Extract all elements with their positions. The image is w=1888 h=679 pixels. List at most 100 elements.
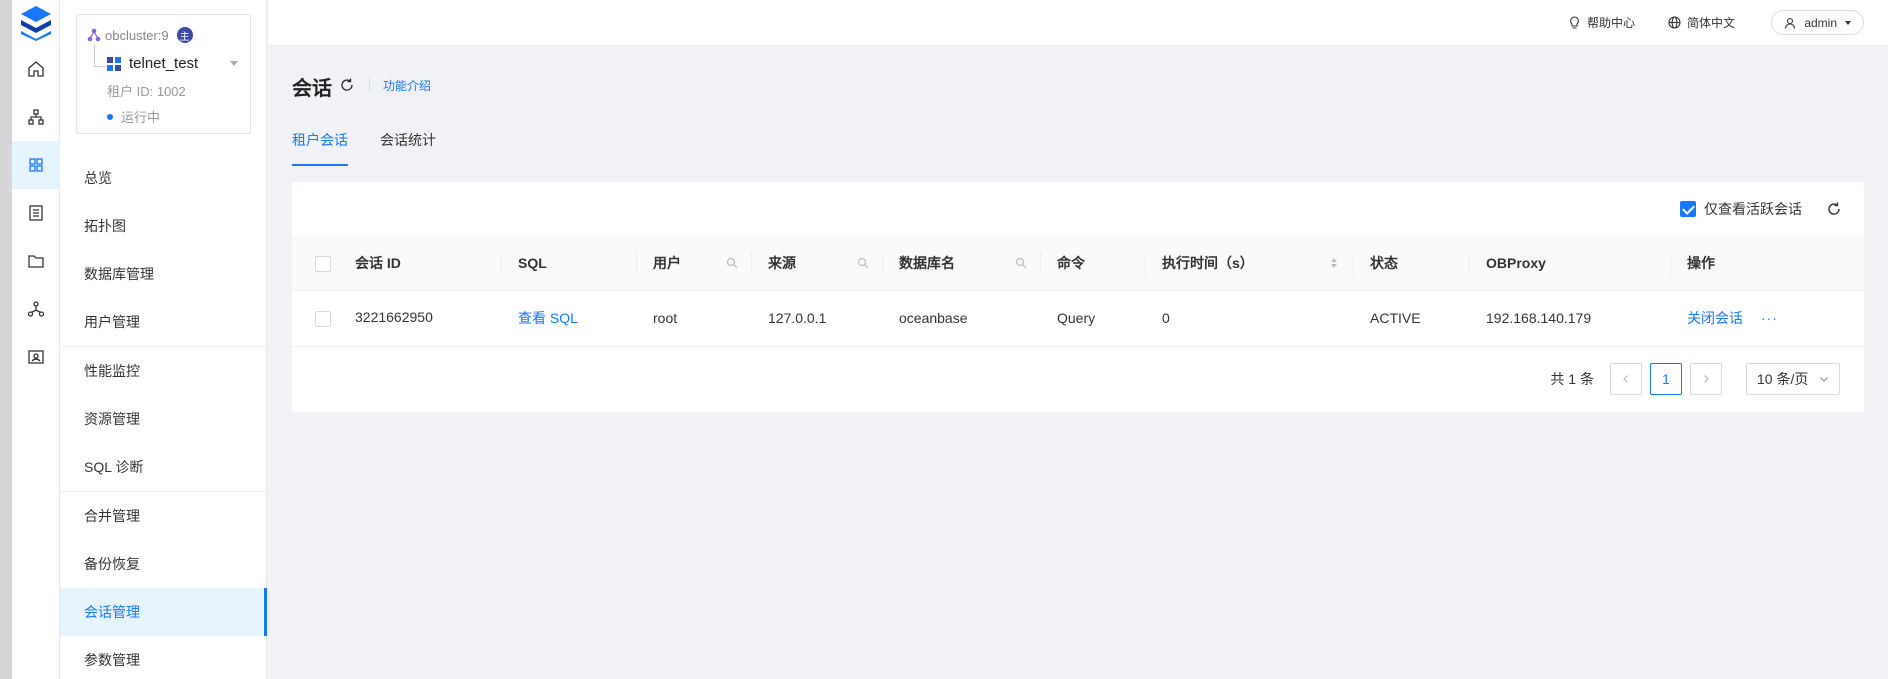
username-label: admin	[1804, 15, 1837, 30]
next-page-button[interactable]	[1690, 363, 1722, 395]
page-size-value: 10 条/页	[1757, 371, 1809, 387]
sidebar-item-backup[interactable]: 备份恢复	[60, 540, 267, 588]
rail-home-icon[interactable]	[12, 45, 60, 93]
table-header-row: 会话 ID SQL 用户 来源 数据库名 命令 执行时间（s） 状态 OBPro…	[292, 236, 1864, 291]
prev-page-button[interactable]	[1610, 363, 1642, 395]
search-icon[interactable]	[726, 257, 738, 269]
sidebar-menu: 总览 拓扑图 数据库管理 用户管理 性能监控 资源管理 SQL 诊断 合并管理 …	[60, 154, 267, 679]
cluster-name: obcluster:9	[105, 27, 169, 43]
col-command: 命令	[1041, 236, 1146, 291]
cluster-label: obcluster:9 主	[87, 27, 193, 43]
col-obproxy: OBProxy	[1470, 236, 1671, 291]
more-actions-icon[interactable]: ···	[1761, 310, 1778, 326]
sidebar-item-performance[interactable]: 性能监控	[60, 347, 267, 395]
cluster-icon	[87, 28, 101, 42]
tenant-label: telnet_test	[107, 55, 198, 72]
close-session-link[interactable]: 关闭会话	[1687, 310, 1743, 326]
caret-down-icon	[1845, 20, 1851, 25]
sidebar-item-database[interactable]: 数据库管理	[60, 250, 267, 298]
tenant-switcher-card[interactable]: obcluster:9 主 telnet_test 租户 ID: 1002 运行…	[76, 14, 251, 134]
tenant-name: telnet_test	[129, 55, 199, 72]
tab-tenant-sessions[interactable]: 租户会话	[292, 130, 348, 166]
session-id-text: 3221662950	[355, 309, 433, 326]
col-exec-time[interactable]: 执行时间（s）	[1146, 236, 1354, 291]
sidebar-item-overview[interactable]: 总览	[60, 154, 267, 202]
col-status: 状态	[1354, 236, 1470, 291]
only-active-toggle[interactable]: 仅查看活跃会话	[1680, 199, 1802, 219]
feature-intro-link[interactable]: 功能介绍	[383, 77, 431, 94]
icon-rail	[12, 0, 60, 679]
rail-network-icon[interactable]	[12, 285, 60, 333]
oceanbase-logo-icon[interactable]	[18, 4, 54, 42]
col-label: 数据库名	[899, 254, 955, 271]
col-label: 执行时间（s）	[1162, 254, 1254, 271]
chevron-down-icon	[1820, 377, 1828, 382]
sidebar-item-merge[interactable]: 合并管理	[60, 492, 267, 540]
only-active-checkbox[interactable]	[1680, 201, 1696, 217]
chevron-left-icon	[1623, 375, 1628, 383]
sessions-card: 仅查看活跃会话 会话 ID SQL 用户 来源 数据库名 命令 执行时间（s） …	[292, 182, 1864, 412]
sidebar: obcluster:9 主 telnet_test 租户 ID: 1002 运行…	[60, 0, 267, 679]
language-switcher[interactable]: 简体中文	[1668, 14, 1735, 31]
rail-list-icon[interactable]	[12, 189, 60, 237]
col-label: 会话 ID	[355, 254, 401, 271]
rail-folder-icon[interactable]	[12, 237, 60, 285]
sidebar-item-topology[interactable]: 拓扑图	[60, 202, 267, 250]
cell-exec-time: 0	[1146, 290, 1354, 347]
table-refresh-icon[interactable]	[1826, 201, 1842, 217]
user-icon	[1785, 17, 1796, 29]
page-size-select[interactable]: 10 条/页	[1746, 363, 1840, 395]
tenant-id: 租户 ID: 1002	[107, 84, 186, 99]
table-row: 3221662950 查看 SQL root 127.0.0.1 oceanba…	[292, 290, 1864, 347]
top-header: 帮助中心 简体中文 admin	[268, 0, 1888, 46]
help-center-link[interactable]: 帮助中心	[1568, 14, 1635, 31]
col-user: 用户	[637, 236, 752, 291]
tenant-icon	[107, 56, 121, 71]
lightbulb-icon	[1570, 16, 1579, 29]
page-button-1[interactable]: 1	[1650, 363, 1682, 395]
sidebar-item-sessions[interactable]: 会话管理	[60, 588, 267, 636]
sidebar-item-parameters[interactable]: 参数管理	[60, 636, 267, 679]
col-actions: 操作	[1671, 236, 1864, 291]
col-sql: SQL	[502, 236, 637, 291]
rail-tenant-icon[interactable]	[12, 141, 60, 189]
cell-source: 127.0.0.1	[752, 290, 883, 347]
pagination: 共 1 条 1 10 条/页	[1550, 363, 1840, 395]
row-checkbox[interactable]	[315, 310, 331, 327]
tenant-status: 运行中	[107, 107, 160, 126]
total-count: 共 1 条	[1550, 371, 1594, 387]
rail-monitor-icon[interactable]	[12, 333, 60, 381]
col-label: 操作	[1687, 254, 1715, 271]
col-label: SQL	[518, 254, 547, 271]
col-label: OBProxy	[1486, 254, 1546, 271]
cell-database: oceanbase	[883, 290, 1041, 347]
sort-icon[interactable]	[1328, 257, 1340, 269]
col-label: 命令	[1057, 254, 1085, 271]
sidebar-item-resources[interactable]: 资源管理	[60, 395, 267, 443]
view-sql-link[interactable]: 查看 SQL	[502, 290, 637, 347]
window-edge	[0, 0, 12, 679]
tenant-dropdown-icon[interactable]	[230, 61, 238, 66]
search-icon[interactable]	[1015, 257, 1027, 269]
sidebar-item-users[interactable]: 用户管理	[60, 298, 267, 346]
tree-connector	[94, 45, 106, 67]
sessions-table: 会话 ID SQL 用户 来源 数据库名 命令 执行时间（s） 状态 OBPro…	[292, 236, 1864, 347]
refresh-icon[interactable]	[339, 77, 355, 93]
rail-cluster-icon[interactable]	[12, 93, 60, 141]
status-dot-icon	[107, 113, 113, 120]
tab-session-stats[interactable]: 会话统计	[380, 130, 436, 166]
title-divider	[369, 78, 370, 92]
search-icon[interactable]	[857, 257, 869, 269]
col-label: 来源	[768, 254, 796, 271]
sidebar-item-sql-diagnosis[interactable]: SQL 诊断	[60, 443, 267, 491]
cell-session-id: 3221662950	[292, 290, 502, 347]
primary-cluster-badge: 主	[176, 27, 193, 43]
help-center-label: 帮助中心	[1587, 16, 1636, 30]
page-title: 会话	[292, 78, 332, 100]
select-all-checkbox[interactable]	[315, 256, 331, 273]
cell-obproxy: 192.168.140.179	[1470, 290, 1671, 347]
chevron-right-icon	[1704, 375, 1709, 383]
language-label: 简体中文	[1687, 16, 1736, 30]
user-menu-button[interactable]: admin	[1771, 10, 1864, 35]
cell-actions: 关闭会话 ···	[1671, 290, 1864, 347]
